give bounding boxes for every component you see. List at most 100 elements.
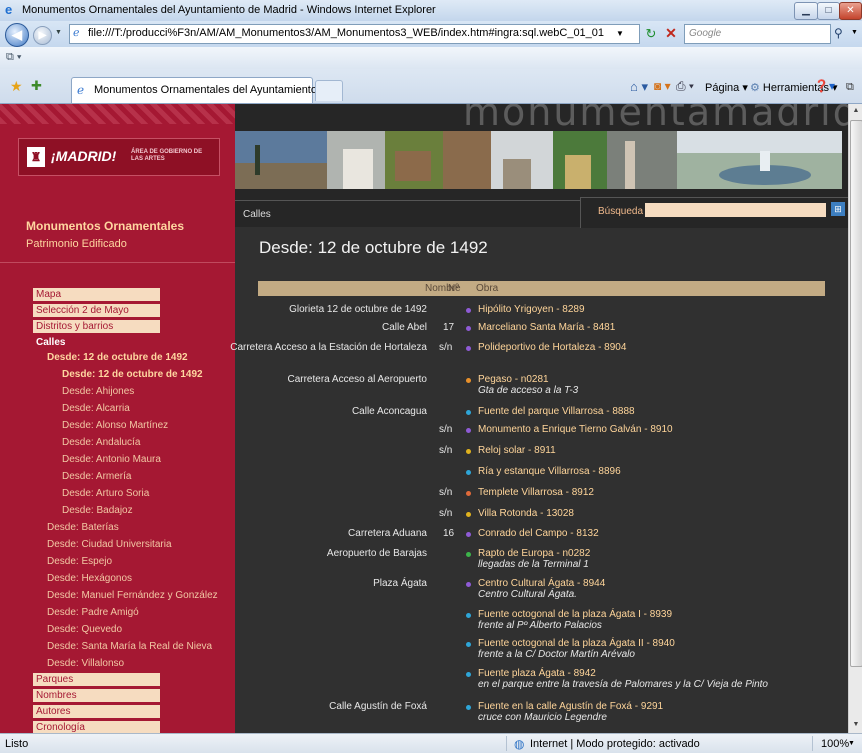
sidebar-subitem[interactable]: Desde: Ciudad Universitaria — [47, 539, 172, 550]
home-icon[interactable]: ⌂ ▾ — [630, 79, 648, 95]
category-dot-icon — [466, 552, 471, 557]
print-icon[interactable]: ⎙ ▾ — [676, 79, 694, 94]
row-numero: s/n — [439, 487, 453, 498]
sidebar-subitem[interactable]: Desde: Hexágonos — [47, 573, 132, 584]
add-favorites-icon[interactable]: ✚ — [31, 78, 42, 94]
zoom-level[interactable]: 100% — [821, 738, 849, 750]
decorative-band — [0, 104, 235, 124]
row-obra-link[interactable]: Reloj solar - 8911 — [478, 445, 556, 456]
address-bar[interactable]: ℯ file:///T:/producci%F3n/AM/AM_Monument… — [69, 24, 640, 44]
search-dropdown-icon[interactable]: ▼ — [851, 29, 858, 36]
banner: monumentamadrid — [235, 104, 848, 200]
maximize-button[interactable]: □ — [817, 2, 840, 20]
sidebar-subitem[interactable]: Desde: Baterías — [47, 522, 119, 533]
help-icon[interactable]: ❓▾ — [814, 79, 835, 93]
sidebar-subitem[interactable]: Desde: Villalonso — [47, 658, 124, 669]
sidebar-item-main[interactable]: Parques — [33, 673, 160, 686]
sidebar-item-main[interactable]: Distritos y barrios — [33, 320, 160, 333]
row-obra-link[interactable]: Centro Cultural Ágata - 8944 — [478, 578, 605, 589]
row-obra-link[interactable]: Pegaso - n0281 — [478, 374, 549, 385]
sidebar-subitem[interactable]: Desde: Santa María la Real de Nieva — [47, 641, 212, 652]
address-dropdown-icon[interactable]: ▼ — [616, 29, 624, 38]
sidebar-item-calles[interactable]: Calles — [33, 336, 160, 349]
scroll-down-button[interactable]: ▼ — [849, 718, 862, 732]
sidebar-subitem[interactable]: Desde: Armería — [62, 471, 131, 482]
sidebar-subitem[interactable]: Desde: 12 de octubre de 1492 — [62, 369, 203, 380]
row-obra-link[interactable]: Fuente octogonal de la plaza Ágata I - 8… — [478, 609, 672, 620]
site-search-input[interactable] — [645, 203, 826, 217]
status-text: Listo — [5, 738, 29, 750]
row-obra-link[interactable]: Fuente en la calle Agustín de Foxá - 929… — [478, 701, 663, 712]
sidebar-item-main[interactable]: Selección 2 de Mayo — [33, 304, 160, 317]
back-button[interactable]: ◀ — [5, 23, 29, 47]
title-bar: e Monumentos Ornamentales del Ayuntamien… — [0, 0, 862, 22]
sidebar-subitem[interactable]: Desde: Espejo — [47, 556, 112, 567]
search-icon[interactable]: ⚲ — [834, 26, 843, 40]
row-obra-link[interactable]: Villa Rotonda - 13028 — [478, 508, 574, 519]
sidebar-item-main[interactable]: Autores — [33, 705, 160, 718]
sidebar-subitem[interactable]: Desde: Badajoz — [62, 505, 133, 516]
sidebar-subitem[interactable]: Desde: Alcarria — [62, 403, 130, 414]
sidebar-subitem[interactable]: Desde: Andalucía — [62, 437, 140, 448]
sidebar-item-main[interactable]: Nombres — [33, 689, 160, 702]
sidebar-subitem[interactable]: Desde: Antonio Maura — [62, 454, 161, 465]
section-subtitle[interactable]: Patrimonio Edificado — [26, 238, 127, 250]
sidebar-subitem[interactable]: Desde: Alonso Martínez — [62, 420, 168, 431]
links-icon[interactable]: ⧉ ▾ — [6, 51, 22, 64]
row-note: en el parque entre la travesía de Paloma… — [478, 679, 768, 690]
category-dot-icon — [466, 491, 471, 496]
stop-icon[interactable]: ✕ — [662, 25, 680, 41]
row-obra-link[interactable]: Hipólito Yrigoyen - 8289 — [478, 304, 585, 315]
scroll-thumb[interactable] — [850, 120, 862, 667]
madrid-logo[interactable]: ♜ ¡MADRID! ÁREA DE GOBIERNO DE LAS ARTES — [18, 138, 220, 176]
site-search-button[interactable]: ⊞ — [831, 202, 845, 216]
category-dot-icon — [466, 449, 471, 454]
row-obra-link[interactable]: Polideportivo de Hortaleza - 8904 — [478, 342, 626, 353]
new-tab-button[interactable] — [315, 80, 343, 101]
col-obra: Obra — [476, 283, 499, 294]
refresh-icon[interactable]: ↻ — [642, 26, 660, 42]
scroll-up-button[interactable]: ▲ — [849, 104, 862, 118]
favorites-star-icon[interactable]: ★ — [10, 78, 23, 95]
row-note: frente al Pº Alberto Palacios — [478, 620, 602, 631]
sidebar-item-main[interactable]: Cronología — [33, 721, 160, 733]
research-icon[interactable]: ⧉ — [846, 81, 854, 94]
search-input[interactable]: Google — [684, 24, 831, 44]
section-title[interactable]: Monumentos Ornamentales — [26, 219, 184, 233]
sidebar-divider — [0, 262, 235, 263]
zoom-dropdown-icon[interactable]: ▼ — [848, 740, 855, 747]
row-obra-link[interactable]: Templete Villarrosa - 8912 — [478, 487, 594, 498]
table-header: Nombre Nº Obra — [258, 281, 825, 296]
sidebar-subitem[interactable]: Desde: 12 de octubre de 1492 — [47, 352, 188, 363]
close-button[interactable]: ✕ — [839, 2, 862, 20]
row-obra-link[interactable]: Monumento a Enrique Tierno Galván - 8910 — [478, 424, 673, 435]
tab-label: Monumentos Ornamentales del Ayuntamiento… — [94, 84, 336, 96]
row-obra-link[interactable]: Fuente plaza Ágata - 8942 — [478, 668, 596, 679]
page-menu[interactable]: Página ▾ — [705, 81, 748, 94]
row-obra-link[interactable]: Fuente del parque Villarrosa - 8888 — [478, 406, 635, 417]
category-dot-icon — [466, 532, 471, 537]
sidebar-subitem[interactable]: Desde: Padre Amigó — [47, 607, 139, 618]
address-text[interactable]: file:///T:/producci%F3n/AM/AM_Monumentos… — [88, 27, 604, 39]
sidebar-item-main[interactable]: Mapa — [33, 288, 160, 301]
tab-active[interactable]: ℯ Monumentos Ornamentales del Ayuntamien… — [71, 77, 335, 103]
row-obra-link[interactable]: Fuente octogonal de la plaza Ágata II - … — [478, 638, 675, 649]
feeds-icon[interactable]: ◙ ▾ — [654, 79, 671, 93]
sidebar-subitem[interactable]: Desde: Arturo Soria — [62, 488, 149, 499]
sidebar-subitem[interactable]: Desde: Manuel Fernández y González — [47, 590, 218, 601]
window-title: Monumentos Ornamentales del Ayuntamiento… — [22, 4, 436, 16]
row-obra-link[interactable]: Ría y estanque Villarrosa - 8896 — [478, 466, 621, 477]
forward-button[interactable]: ▶ — [33, 26, 52, 45]
security-zone[interactable]: Internet | Modo protegido: activado — [530, 738, 700, 750]
vertical-scrollbar[interactable]: ▲ ▼ — [848, 104, 862, 733]
sidebar-subitem[interactable]: Desde: Ahijones — [62, 386, 134, 397]
row-obra-link[interactable]: Rapto de Europa - n0282 — [478, 548, 590, 559]
minimize-button[interactable]: ▁ — [794, 2, 818, 20]
sidebar-subitem[interactable]: Desde: Quevedo — [47, 624, 122, 635]
row-obra-link[interactable]: Marceliano Santa María - 8481 — [478, 322, 615, 333]
row-obra-link[interactable]: Conrado del Campo - 8132 — [478, 528, 599, 539]
madrid-shield-icon: ♜ — [27, 147, 45, 167]
history-dropdown-icon[interactable]: ▼ — [55, 29, 62, 36]
row-nombre: Carretera Acceso al Aeropuerto — [287, 374, 427, 385]
breadcrumb[interactable]: Calles — [243, 209, 271, 220]
